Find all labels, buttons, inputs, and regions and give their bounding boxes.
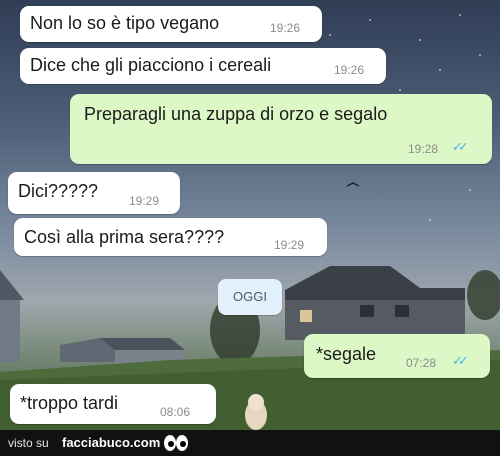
eyes-icon <box>163 433 189 458</box>
message-time: 19:26 <box>270 21 301 35</box>
message-bubble-incoming[interactable]: *troppo tardi 08:06 <box>10 384 216 424</box>
read-receipt-icon: ✓✓ <box>452 139 469 154</box>
message-text: Non lo so è tipo vegano <box>30 13 220 33</box>
message-bubble-incoming[interactable]: Così alla prima sera???? 19:29 <box>14 218 327 256</box>
message-bubble-outgoing[interactable]: Preparagli una zuppa di orzo e segalo 19… <box>70 94 492 164</box>
message-time: 19:26 <box>334 63 365 77</box>
message-text: Dice che gli piacciono i cereali <box>30 55 272 75</box>
message-bubble-incoming[interactable]: Dici????? 19:29 <box>8 172 180 214</box>
message-time: 19:28 <box>408 142 439 156</box>
message-text: *segale <box>316 344 377 364</box>
date-separator: OGGI <box>218 279 282 315</box>
message-time: 07:28 <box>406 356 437 370</box>
message-text: *troppo tardi <box>20 393 119 413</box>
message-bubble-outgoing[interactable]: *segale 07:28 ✓✓ <box>304 334 490 378</box>
message-bubble-incoming[interactable]: Dice che gli piacciono i cereali 19:26 <box>20 48 386 84</box>
watermark-footer: visto su facciabuco.com <box>0 430 500 456</box>
watermark-prefix: visto su <box>8 436 49 450</box>
date-separator-label: OGGI <box>233 289 267 304</box>
message-bubble-incoming[interactable]: Non lo so è tipo vegano 19:26 <box>20 6 322 42</box>
message-text: Dici????? <box>18 181 99 201</box>
message-time: 19:29 <box>129 194 160 208</box>
message-time: 08:06 <box>160 405 191 419</box>
watermark-brand[interactable]: facciabuco.com <box>62 435 160 450</box>
message-time: 19:29 <box>274 238 305 252</box>
message-text: Preparagli una zuppa di orzo e segalo <box>84 104 388 124</box>
read-receipt-icon: ✓✓ <box>452 353 469 368</box>
message-text: Così alla prima sera???? <box>24 227 225 247</box>
